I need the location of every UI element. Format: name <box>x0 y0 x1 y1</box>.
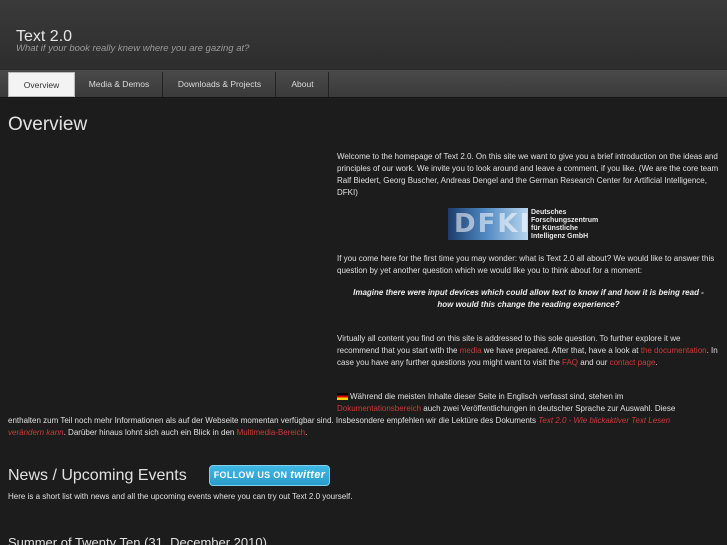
intro-paragraph: Welcome to the homepage of Text 2.0. On … <box>337 152 719 197</box>
dfki-line-2: Forschungszentrum <box>531 217 599 224</box>
news-intro: Here is a short list with news and all t… <box>8 492 353 501</box>
quote-line-2: how would this change the reading experi… <box>437 300 620 309</box>
german-text-4: . Darüber hinaus lohnt sich auch ein Bli… <box>63 428 237 437</box>
german-text-1: Während die meisten Inhalte dieser Seite… <box>350 392 624 401</box>
contact-link-a[interactable]: contact <box>610 358 636 367</box>
german-text-3: enthalten zum Teil noch mehr Information… <box>8 416 539 425</box>
quote-line-1: Imagine there were input devices which c… <box>353 288 704 297</box>
german-paragraph-top: Während die meisten Inhalte dieser Seite… <box>337 391 722 415</box>
nav-item-overview[interactable]: Overview <box>8 72 75 97</box>
contact-link-b[interactable]: page <box>638 358 656 367</box>
twitter-icon: twitter <box>290 469 326 481</box>
nav-item-about[interactable]: About <box>277 72 329 97</box>
german-text-5: . <box>305 428 308 437</box>
nav-item-downloads-projects[interactable]: Downloads & Projects <box>164 72 276 97</box>
follow-twitter-button[interactable]: FOLLOW US ON twitter <box>209 465 330 486</box>
main-content: Overview Welcome to the homepage of Text… <box>0 100 727 545</box>
dfki-logo-letters: DFKI <box>454 209 532 239</box>
media-link[interactable]: media <box>460 346 482 355</box>
page-title: Overview <box>8 114 88 135</box>
faq-link[interactable]: FAQ <box>562 358 578 367</box>
dfki-line-3: für Künstliche <box>531 225 579 232</box>
dfki-line-4: Intelligenz GmbH <box>531 233 589 240</box>
documentation-link-a[interactable]: the <box>641 346 652 355</box>
site-header: Text 2.0 What if your book really knew w… <box>0 0 727 70</box>
nav-item-media-demos[interactable]: Media & Demos <box>76 72 163 97</box>
dfki-logo-text: Deutsches Forschungszentrum für Künstlic… <box>531 209 598 241</box>
question-paragraph: If you come here for the first time you … <box>337 254 715 275</box>
twitter-prefix: FOLLOW US ON <box>213 470 288 480</box>
news-heading: News / Upcoming Events <box>8 467 187 484</box>
document-title-link-b[interactable]: verändern kann <box>8 428 64 437</box>
documentation-link-b[interactable]: documentation <box>654 346 706 355</box>
german-flag-icon <box>337 393 348 400</box>
explore-text-5: . <box>655 358 658 367</box>
multimedia-link[interactable]: Multimedia-Bereich <box>237 428 305 437</box>
dfki-logo[interactable]: DFKI Deutsches Forschungszentrum für Kün… <box>448 208 608 240</box>
german-text-2: auch zwei Veröffentlichungen in deutsche… <box>421 404 676 413</box>
explore-text-2: we have prepared. After that, have a loo… <box>481 346 641 355</box>
dfki-line-1: Deutsches <box>531 209 567 216</box>
documentation-area-link[interactable]: Dokumentationsbereich <box>337 404 421 413</box>
main-nav: Overview Media & Demos Downloads & Proje… <box>0 70 727 98</box>
key-question-quote: Imagine there were input devices which c… <box>337 287 720 311</box>
explore-paragraph: Virtually all content you find on this s… <box>337 333 722 369</box>
dfki-logo-mark: DFKI <box>448 208 532 240</box>
document-title-link-a[interactable]: Text 2.0 - Wie blickaktiver Text Lesen <box>538 416 670 425</box>
explore-text-4: and our <box>578 358 610 367</box>
site-tagline: What if your book really knew where you … <box>16 43 250 54</box>
news-item-heading[interactable]: Summer of Twenty Ten (31. December 2010) <box>8 535 267 545</box>
german-paragraph-bottom: enthalten zum Teil noch mehr Information… <box>8 415 722 439</box>
